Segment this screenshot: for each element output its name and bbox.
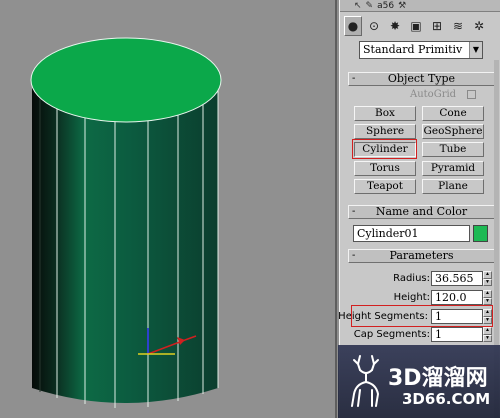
- category-icon-row: ● ⊙ ✸ ▣ ⊞ ≋ ✲: [344, 14, 494, 38]
- autogrid-checkbox[interactable]: [467, 90, 476, 99]
- deer-logo-icon: [351, 355, 380, 407]
- lights-icon[interactable]: ✸: [386, 16, 404, 36]
- cylinder-render[interactable]: [0, 0, 337, 418]
- rollout-title: Object Type: [387, 72, 456, 85]
- height-label: Height:: [393, 292, 430, 303]
- box-button[interactable]: Box: [354, 106, 416, 121]
- cameras-icon[interactable]: ▣: [407, 16, 425, 36]
- collapse-icon: -: [352, 250, 356, 261]
- height-spinner[interactable]: ▲ ▼: [483, 290, 492, 305]
- radius-label: Radius:: [393, 273, 430, 284]
- plane-button[interactable]: Plane: [422, 179, 484, 194]
- watermark-title: 3D溜溜网: [388, 366, 488, 391]
- rollout-title: Parameters: [389, 249, 454, 262]
- dropdown-arrow-icon[interactable]: ▼: [469, 42, 482, 58]
- systems-icon[interactable]: ✲: [470, 16, 488, 36]
- teapot-button[interactable]: Teapot: [354, 179, 416, 194]
- object-type-rollout[interactable]: - Object Type: [348, 72, 495, 86]
- height-segments-spinner[interactable]: ▲ ▼: [483, 309, 492, 324]
- cap-segments-input[interactable]: 1: [431, 327, 483, 342]
- shapes-icon[interactable]: ⊙: [365, 16, 383, 36]
- pyramid-button[interactable]: Pyramid: [422, 161, 484, 176]
- perspective-viewport[interactable]: [0, 0, 337, 418]
- radius-spinner[interactable]: ▲ ▼: [483, 271, 492, 286]
- geosphere-button[interactable]: GeoSphere: [422, 124, 484, 139]
- tab-label[interactable]: a56: [377, 1, 394, 11]
- cylinder-button[interactable]: Cylinder: [354, 142, 416, 157]
- collapse-icon: -: [352, 73, 356, 84]
- pen-icon[interactable]: ✎: [366, 1, 374, 11]
- dropdown-value: Standard Primitiv: [363, 43, 463, 56]
- cone-button[interactable]: Cone: [422, 106, 484, 121]
- geometry-icon[interactable]: ●: [344, 16, 362, 36]
- object-color-swatch[interactable]: [473, 225, 488, 242]
- watermark-subtitle: 3D66.COM: [402, 390, 491, 408]
- name-color-rollout[interactable]: - Name and Color: [348, 205, 495, 219]
- height-segments-input[interactable]: 1: [431, 309, 483, 324]
- panel-tab-strip: ↖ ✎ a56 ⚒: [340, 0, 500, 12]
- tube-button[interactable]: Tube: [422, 142, 484, 157]
- height-input[interactable]: 120.0: [431, 290, 483, 305]
- torus-button[interactable]: Torus: [354, 161, 416, 176]
- cylinder-cap: [30, 37, 222, 123]
- cap-segments-spinner[interactable]: ▲ ▼: [483, 327, 492, 342]
- cylinder-side: [32, 82, 218, 403]
- rollout-title: Name and Color: [375, 205, 468, 218]
- hammer-icon[interactable]: ⚒: [398, 1, 406, 11]
- parameters-rollout[interactable]: - Parameters: [348, 249, 495, 263]
- radius-input[interactable]: 36.565: [431, 271, 483, 286]
- cap-segments-label: Cap Segments:: [353, 329, 430, 340]
- space-warps-icon[interactable]: ≋: [449, 16, 467, 36]
- sphere-button[interactable]: Sphere: [354, 124, 416, 139]
- pointer-icon[interactable]: ↖: [354, 1, 362, 11]
- height-segments-label: Height Segments:: [338, 311, 428, 322]
- collapse-icon: -: [352, 206, 356, 217]
- helpers-icon[interactable]: ⊞: [428, 16, 446, 36]
- autogrid-label: AutoGrid: [410, 89, 457, 100]
- object-name-input[interactable]: Cylinder01: [353, 225, 470, 242]
- category-dropdown[interactable]: Standard Primitiv ▼: [359, 41, 483, 59]
